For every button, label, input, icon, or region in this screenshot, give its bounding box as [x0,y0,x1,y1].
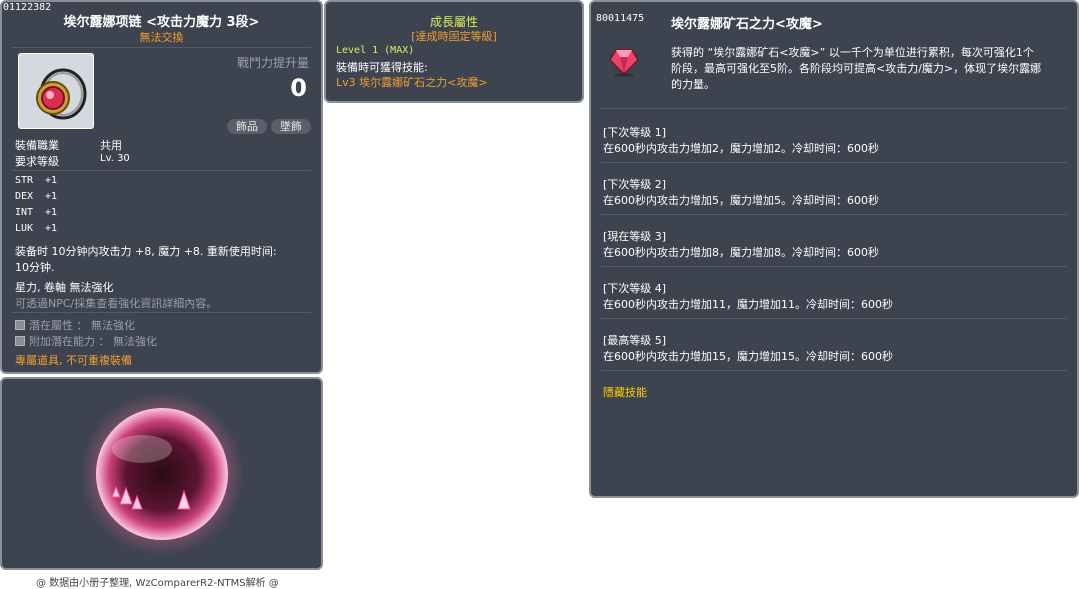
stat-row: LUK +1 [15,223,58,234]
trade-status: 無法交換 [139,31,184,44]
item-tooltip-panel: 01122382 埃尔露娜项链 <攻击力魔力 3段> 無法交換 戰鬥力提升量 0… [0,0,323,374]
glowing-orb-effect [80,392,244,556]
growth-panel: 成長屬性 [達成時固定等級] Level 1 (MAX) 裝備時可獲得技能: L… [324,0,584,103]
item-desc-line1: 装备时 10分钟内攻击力 +8, 魔力 +8. 重新使用时间: [15,245,277,258]
power-label: 戰鬥力提升量 [236,56,309,70]
level-text: 在600秒内攻击力增加8，魔力增加8。冷却时间：600秒 [603,246,879,259]
stat-row: STR +1 [15,175,58,186]
skill-desc-line2: 阶段，最高可强化至5阶。各阶段均可提高<攻击力/魔力>，体现了埃尔露娜 [671,62,1042,75]
skill-desc-line1: 获得的 “埃尔露娜矿石<攻魔>” 以一千个为单位进行累积，每次可强化1个 [671,46,1034,59]
additional-bullet-icon [15,336,25,346]
item-effect-panel [0,377,323,570]
item-desc-line2: 10分钟. [15,261,55,274]
item-icon-slot [18,53,94,129]
level-text: 在600秒内攻击力增加15，魔力增加15。冷却时间：600秒 [603,350,893,363]
level-text: 在600秒内攻击力增加5，魔力增加5。冷却时间：600秒 [603,194,879,207]
npc-note: 可透過NPC/採集查看強化資訊詳細內容。 [15,297,218,310]
level-header: [最高等级 5] [603,334,667,347]
skill-tooltip-panel: 80011475 埃尔露娜矿石之力<攻魔> 获得的 “埃尔露娜矿石<攻魔>” 以… [589,0,1079,498]
level-header: [下次等级 2] [603,178,667,191]
level-value: Lv. 30 [100,153,130,164]
power-value: 0 [290,74,307,102]
skill-name: 埃尔露娜矿石之力<攻魔> [671,17,823,32]
tag-accessory: 飾品 [227,119,267,134]
level-label: 要求等級 [15,155,59,168]
level-header: [下次等级 1] [603,126,667,139]
additional-potential-row: 附加潛在能力 ： 無法強化 [15,333,157,349]
red-gem-icon [609,49,639,77]
tag-pendant: 墜飾 [271,119,311,134]
necklace-icon [36,68,87,120]
job-label: 裝備職業 [15,139,59,152]
potential-row: 潛在屬性 ： 無法強化 [15,317,135,333]
hidden-skill-note: 隱藏技能 [603,386,647,399]
level-header: [現在等级 3] [603,230,667,243]
footer-credit: @ 数据由小册子整理, WzComparerR2-NTMS解析 @ [36,578,279,589]
skill-id: 80011475 [596,13,645,24]
stat-row: DEX +1 [15,191,58,202]
growth-subtitle: [達成時固定等級] [411,30,497,43]
stat-row: INT +1 [15,207,58,218]
enhance-note: 星力, 卷軸 無法強化 [15,281,114,294]
job-value: 共用 [100,139,122,152]
growth-level: Level 1 (MAX) [336,45,415,56]
exclusive-note: 專屬道具, 不可重複裝備 [15,354,132,367]
stat-list: STR +1 DEX +1 INT +1 LUK +1 [15,175,57,239]
level-header: [下次等级 4] [603,282,667,295]
item-name: 埃尔露娜项链 <攻击力魔力 3段> [63,15,260,30]
level-text: 在600秒内攻击力增加11，魔力增加11。冷却时间：600秒 [603,298,893,311]
growth-skill-label: 裝備時可獲得技能: [336,61,428,74]
growth-skill: Lv3 埃尔露娜矿石之力<攻魔> [336,76,488,89]
level-text: 在600秒内攻击力增加2，魔力增加2。冷却时间：600秒 [603,142,879,155]
potential-bullet-icon [15,320,25,330]
skill-desc-line3: 的力量。 [671,78,715,91]
